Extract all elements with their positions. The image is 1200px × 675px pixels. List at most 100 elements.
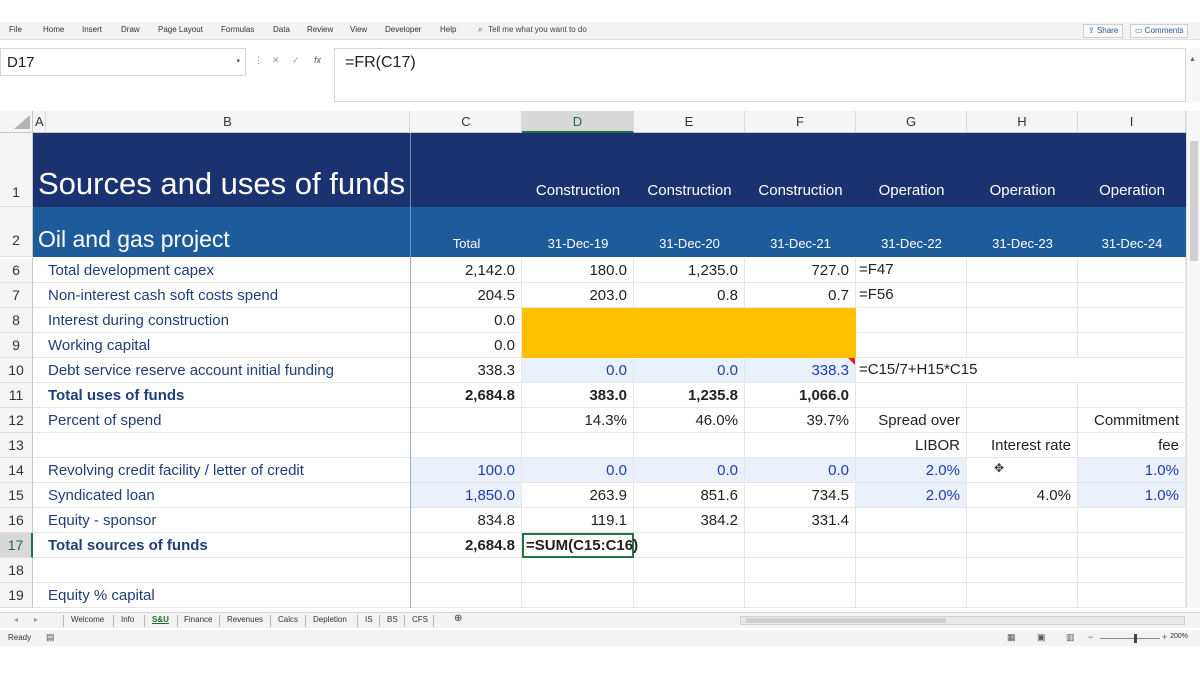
- cell-f19[interactable]: [745, 583, 856, 608]
- date-h[interactable]: 31-Dec-23: [967, 236, 1078, 251]
- row-header-16[interactable]: 16: [0, 508, 33, 533]
- zoom-out-icon[interactable]: −: [1088, 632, 1093, 642]
- date-g[interactable]: 31-Dec-22: [856, 236, 967, 251]
- cell-e10[interactable]: 0.0: [634, 358, 745, 383]
- phase-e[interactable]: Construction: [634, 182, 745, 199]
- cell-d7[interactable]: 203.0: [522, 283, 634, 308]
- cell-b7[interactable]: Non-interest cash soft costs spend: [33, 283, 411, 308]
- cell-c15[interactable]: 1,850.0: [411, 483, 522, 508]
- active-cell-d17[interactable]: =SUM(C15:C16): [522, 533, 638, 558]
- cell-f11[interactable]: 1,066.0: [745, 383, 856, 408]
- row-header-15[interactable]: 15: [0, 483, 33, 508]
- cell-i10[interactable]: [1078, 358, 1186, 383]
- insert-function-icon[interactable]: fx: [314, 55, 321, 65]
- cell-g11[interactable]: [856, 383, 967, 408]
- row-header-18[interactable]: 18: [0, 558, 33, 583]
- date-i[interactable]: 31-Dec-24: [1078, 236, 1186, 251]
- cell-h14[interactable]: [967, 458, 1078, 483]
- cell-c6[interactable]: 2,142.0: [411, 258, 522, 283]
- cell-h12[interactable]: [967, 408, 1078, 433]
- tab-welcome[interactable]: Welcome: [71, 615, 104, 624]
- highlight-block[interactable]: [522, 308, 856, 358]
- cell-e17[interactable]: [634, 533, 745, 558]
- cell-e7[interactable]: 0.8: [634, 283, 745, 308]
- col-header-c[interactable]: C: [411, 111, 522, 133]
- date-f[interactable]: 31-Dec-21: [745, 236, 856, 251]
- cell-i18[interactable]: [1078, 558, 1186, 583]
- row-header-13[interactable]: 13: [0, 433, 33, 458]
- cell-f16[interactable]: 331.4: [745, 508, 856, 533]
- row-header-6[interactable]: 6: [0, 258, 33, 283]
- date-d[interactable]: 31-Dec-19: [522, 236, 634, 251]
- cell-b6[interactable]: Total development capex: [33, 258, 411, 283]
- cell-f14[interactable]: 0.0: [745, 458, 856, 483]
- cell-i15[interactable]: 1.0%: [1078, 483, 1186, 508]
- menu-page-layout[interactable]: Page Layout: [158, 25, 203, 34]
- cell-f15[interactable]: 734.5: [745, 483, 856, 508]
- cell-h9[interactable]: [967, 333, 1078, 358]
- row-header-2[interactable]: 2: [0, 207, 33, 257]
- comments-button[interactable]: ▭ Comments: [1130, 24, 1189, 38]
- cell-d15[interactable]: 263.9: [522, 483, 634, 508]
- cell-e6[interactable]: 1,235.0: [634, 258, 745, 283]
- cell-g15[interactable]: 2.0%: [856, 483, 967, 508]
- cell-i6[interactable]: [1078, 258, 1186, 283]
- tab-depletion[interactable]: Depletion: [313, 615, 347, 624]
- cell-c9[interactable]: 0.0: [411, 333, 522, 358]
- cell-d13[interactable]: [522, 433, 634, 458]
- menu-developer[interactable]: Developer: [385, 25, 421, 34]
- cell-h8[interactable]: [967, 308, 1078, 333]
- cell-g12[interactable]: Spread over: [856, 408, 967, 433]
- cell-b15[interactable]: Syndicated loan: [33, 483, 411, 508]
- cell-f18[interactable]: [745, 558, 856, 583]
- phase-h[interactable]: Operation: [967, 182, 1078, 199]
- cell-g8[interactable]: [856, 308, 967, 333]
- chevron-down-icon[interactable]: ▾: [236, 57, 240, 65]
- tab-info[interactable]: Info: [121, 615, 134, 624]
- menu-formulas[interactable]: Formulas: [221, 25, 254, 34]
- menu-draw[interactable]: Draw: [121, 25, 140, 34]
- zoom-level[interactable]: 200%: [1170, 633, 1188, 640]
- date-e[interactable]: 31-Dec-20: [634, 236, 745, 251]
- col-header-e[interactable]: E: [634, 111, 745, 133]
- cell-e15[interactable]: 851.6: [634, 483, 745, 508]
- tell-me-box[interactable]: ⌕ Tell me what you want to do: [478, 25, 587, 35]
- row-header-10[interactable]: 10: [0, 358, 33, 383]
- phase-d[interactable]: Construction: [522, 182, 634, 199]
- phase-i[interactable]: Operation: [1078, 182, 1186, 199]
- comment-indicator[interactable]: [848, 358, 855, 365]
- col-header-i[interactable]: I: [1078, 111, 1186, 133]
- row-header-19[interactable]: 19: [0, 583, 33, 608]
- vertical-scrollbar[interactable]: [1186, 111, 1200, 608]
- cell-i12[interactable]: Commitment: [1078, 408, 1186, 433]
- cell-h10[interactable]: [967, 358, 1078, 383]
- page-break-view-icon[interactable]: ▥: [1066, 632, 1075, 643]
- cell-h15[interactable]: 4.0%: [967, 483, 1078, 508]
- cell-g14[interactable]: 2.0%: [856, 458, 967, 483]
- cell-h16[interactable]: [967, 508, 1078, 533]
- row-header-17[interactable]: 17: [0, 533, 33, 558]
- col-header-f[interactable]: F: [745, 111, 856, 133]
- row-header-9[interactable]: 9: [0, 333, 33, 358]
- row-header-12[interactable]: 12: [0, 408, 33, 433]
- cell-e11[interactable]: 1,235.8: [634, 383, 745, 408]
- cell-e16[interactable]: 384.2: [634, 508, 745, 533]
- cell-d18[interactable]: [522, 558, 634, 583]
- row-header-7[interactable]: 7: [0, 283, 33, 308]
- cell-b16[interactable]: Equity - sponsor: [33, 508, 411, 533]
- cell-c8[interactable]: 0.0: [411, 308, 522, 333]
- col-header-a[interactable]: A: [33, 111, 46, 133]
- zoom-in-icon[interactable]: +: [1162, 632, 1167, 642]
- cell-g9[interactable]: [856, 333, 967, 358]
- cell-i17[interactable]: [1078, 533, 1186, 558]
- cell-f7[interactable]: 0.7: [745, 283, 856, 308]
- menu-file[interactable]: File: [9, 25, 22, 34]
- tab-cfs[interactable]: CFS: [412, 615, 428, 624]
- cell-b9[interactable]: Working capital: [33, 333, 411, 358]
- menu-data[interactable]: Data: [273, 25, 290, 34]
- cell-h13[interactable]: Interest rate: [967, 433, 1078, 458]
- menu-insert[interactable]: Insert: [82, 25, 102, 34]
- cell-i13[interactable]: fee: [1078, 433, 1186, 458]
- cell-c18[interactable]: [411, 558, 522, 583]
- cell-g19[interactable]: [856, 583, 967, 608]
